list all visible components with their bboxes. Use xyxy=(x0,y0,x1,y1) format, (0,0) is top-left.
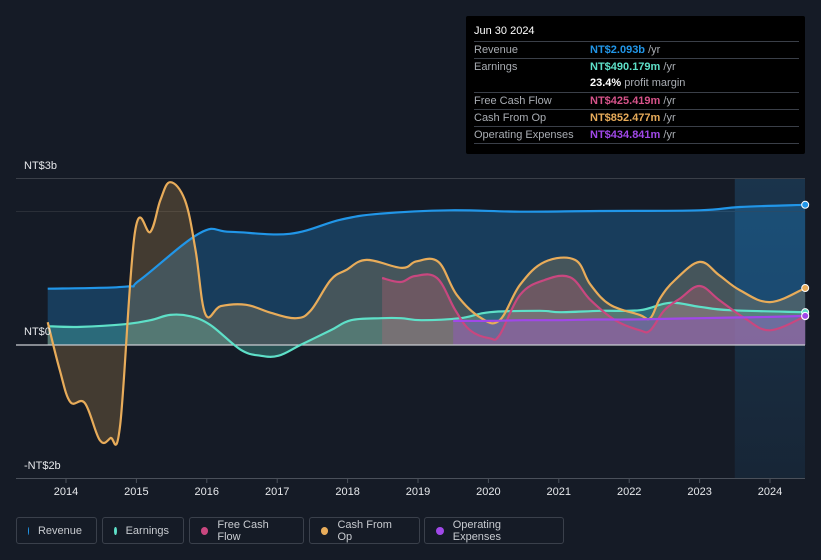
unit-text: /yr xyxy=(645,44,661,56)
x-tick-label: 2017 xyxy=(265,486,289,498)
legend-item-revenue[interactable]: Revenue xyxy=(16,517,97,544)
cash-from-op-end-marker xyxy=(801,284,810,293)
operating-expenses-end-marker xyxy=(801,311,810,320)
tooltip-value: NT$852.477m /yr xyxy=(590,112,676,124)
value-text: NT$2.093b xyxy=(590,44,646,56)
tooltip-date: Jun 30 2024 xyxy=(474,25,535,37)
tooltip-panel: Jun 30 2024 Revenue NT$2.093b /yr Earnin… xyxy=(466,16,805,154)
tooltip-label: Free Cash Flow xyxy=(474,95,552,107)
legend-label: Free Cash Flow xyxy=(217,518,269,543)
x-tick-label: 2024 xyxy=(758,486,782,498)
value-text: NT$852.477m xyxy=(590,112,661,124)
tooltip-row-fcf: Free Cash Flow NT$425.419m /yr xyxy=(474,92,799,110)
value-text: NT$425.419m xyxy=(590,95,661,107)
tooltip-label: Operating Expenses xyxy=(474,129,574,141)
x-tick-label: 2023 xyxy=(687,486,711,498)
tooltip-value: NT$2.093b /yr xyxy=(590,44,660,56)
tooltip-row-cfo: Cash From Op NT$852.477m /yr xyxy=(474,109,799,127)
tooltip-row-revenue: Revenue NT$2.093b /yr xyxy=(474,41,799,59)
revenue-dot-icon xyxy=(28,526,29,535)
unit-text: /yr xyxy=(660,61,676,73)
x-tick-label: 2014 xyxy=(54,486,78,498)
legend-item-earnings[interactable]: Earnings xyxy=(102,517,184,544)
legend-item-cash-from-op[interactable]: Cash From Op xyxy=(309,517,420,544)
value-text: NT$434.841m xyxy=(590,129,661,141)
legend-item-operating-expenses[interactable]: Operating Expenses xyxy=(424,517,564,544)
x-tick-label: 2015 xyxy=(124,486,148,498)
tooltip-value: 23.4% profit margin xyxy=(590,77,685,89)
legend-label: Cash From Op xyxy=(337,518,392,543)
tooltip-row-margin: 23.4% profit margin xyxy=(474,75,799,92)
tooltip-divider xyxy=(474,143,799,144)
tooltip-value: NT$425.419m /yr xyxy=(590,95,676,107)
unit-text: /yr xyxy=(660,129,676,141)
tooltip-value: NT$490.179m /yr xyxy=(590,61,676,73)
y-tick-label-top: NT$3b xyxy=(24,160,58,172)
value-text: 23.4% xyxy=(590,77,622,89)
legend-label: Earnings xyxy=(125,524,169,537)
legend-label: Revenue xyxy=(37,524,82,537)
unit-text: profit margin xyxy=(621,77,686,89)
fcf-dot-icon xyxy=(201,526,209,535)
earnings-dot-icon xyxy=(114,526,117,535)
revenue-end-marker xyxy=(801,200,810,209)
tooltip-label: Cash From Op xyxy=(474,112,547,124)
tooltip-row-opex: Operating Expenses NT$434.841m /yr xyxy=(474,126,799,144)
opex-dot-icon xyxy=(436,526,444,535)
x-tick-label: 2020 xyxy=(476,486,500,498)
unit-text: /yr xyxy=(660,95,676,107)
x-tick-label: 2021 xyxy=(547,486,571,498)
tooltip-label: Revenue xyxy=(474,44,519,56)
tooltip-value: NT$434.841m /yr xyxy=(590,129,676,141)
tooltip-label: Earnings xyxy=(474,61,518,73)
tooltip-row-earnings: Earnings NT$490.179m /yr xyxy=(474,58,799,76)
y-tick-label-zero: NT$0 xyxy=(24,326,51,338)
unit-text: /yr xyxy=(660,112,676,124)
cfo-dot-icon xyxy=(321,526,329,535)
legend-label: Operating Expenses xyxy=(452,518,502,543)
y-tick-label-bottom: -NT$2b xyxy=(24,460,61,472)
x-tick-label: 2016 xyxy=(195,486,219,498)
x-tick-label: 2022 xyxy=(617,486,641,498)
x-tick-label: 2019 xyxy=(406,486,430,498)
value-text: NT$490.179m xyxy=(590,61,661,73)
legend-item-free-cash-flow[interactable]: Free Cash Flow xyxy=(189,517,304,544)
x-tick-label: 2018 xyxy=(335,486,359,498)
